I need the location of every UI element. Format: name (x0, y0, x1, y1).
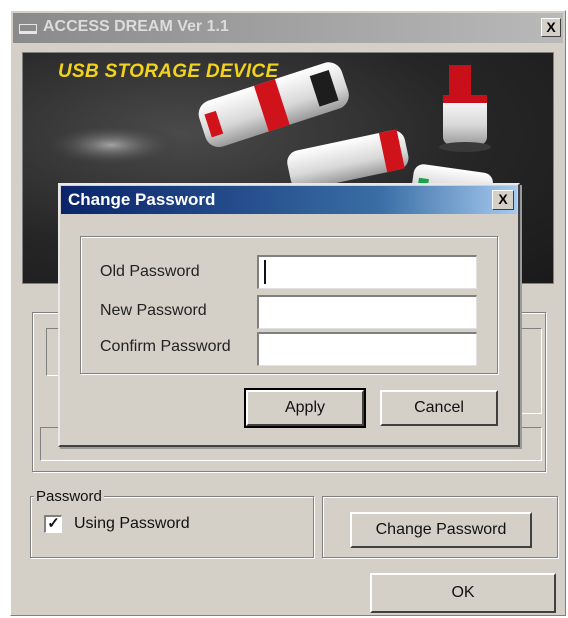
confirm-password-label: Confirm Password (100, 338, 231, 355)
text-caret (264, 260, 266, 284)
password-group-label: Password (34, 488, 104, 505)
change-password-dialog: Change Password X Old Password New Passw… (58, 183, 520, 447)
banner-caption: USB STORAGE DEVICE (58, 61, 279, 82)
system-menu-icon[interactable] (19, 24, 37, 34)
confirm-password-input[interactable] (257, 332, 477, 366)
new-password-input[interactable] (257, 295, 477, 329)
info-field-right (518, 328, 542, 414)
dialog-title-bar[interactable]: Change Password X (61, 186, 517, 214)
main-close-button[interactable]: X (541, 18, 561, 37)
dialog-close-button[interactable]: X (492, 190, 514, 210)
usb-device-upright (439, 65, 491, 152)
old-password-label: Old Password (100, 263, 200, 280)
cancel-button[interactable]: Cancel (380, 390, 498, 426)
change-password-button[interactable]: Change Password (350, 512, 532, 548)
main-title-bar[interactable]: ACCESS DREAM Ver 1.1 X (13, 13, 563, 43)
using-password-label[interactable]: Using Password (74, 515, 190, 533)
using-password-checkbox[interactable]: ✓ (44, 515, 62, 533)
light-reflection (41, 123, 181, 167)
old-password-input[interactable] (257, 255, 477, 289)
dialog-title: Change Password (68, 190, 216, 209)
apply-button[interactable]: Apply (244, 388, 366, 428)
new-password-label: New Password (100, 302, 207, 319)
main-window-title: ACCESS DREAM Ver 1.1 (43, 18, 229, 35)
ok-button[interactable]: OK (370, 573, 556, 613)
